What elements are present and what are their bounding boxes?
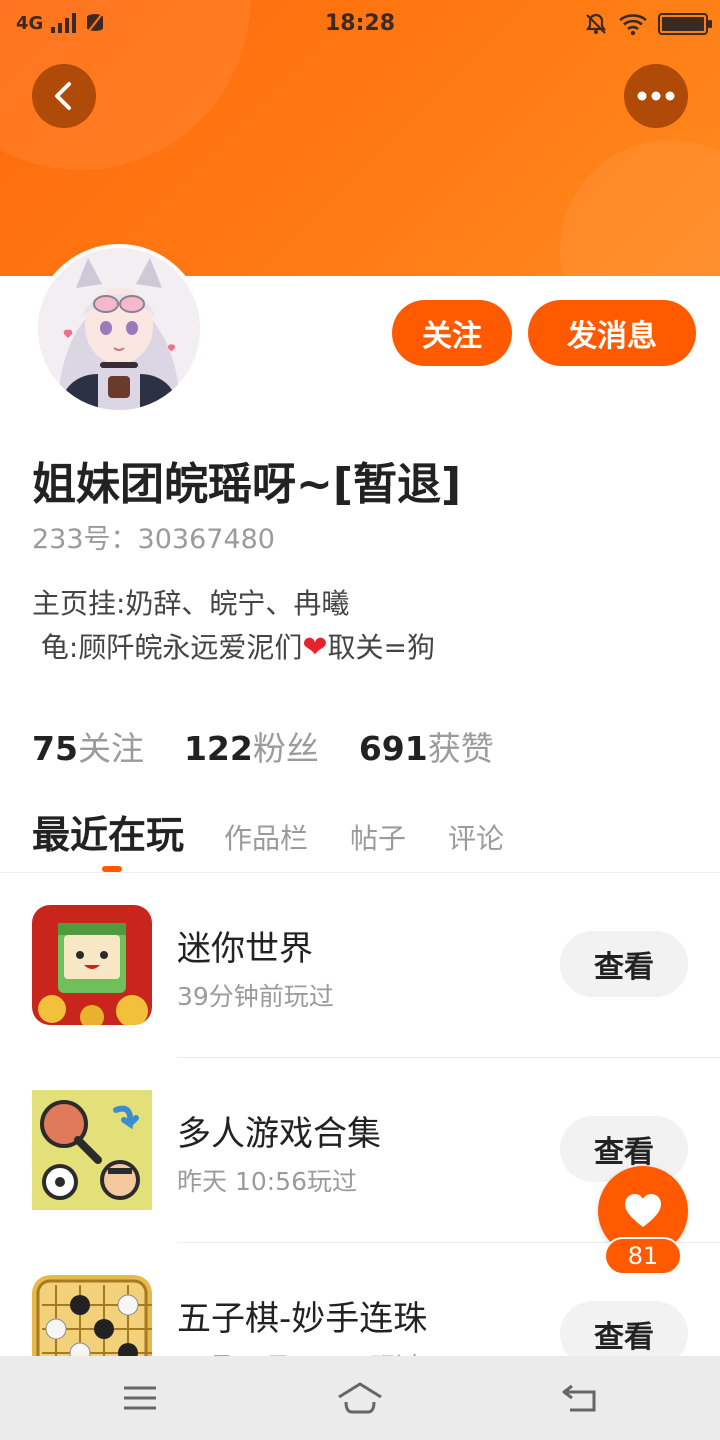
uid-label: 233号： xyxy=(32,524,138,555)
battery-icon xyxy=(658,13,712,35)
game-name: 五子棋-妙手连珠 xyxy=(177,1299,428,1339)
game-name: 多人游戏合集 xyxy=(177,1114,381,1154)
home-icon xyxy=(338,1382,382,1414)
tab-recently-played[interactable]: 最近在玩 xyxy=(32,804,184,859)
wifi-icon xyxy=(619,14,647,36)
bio-line-2: 龟:顾阡皖永远爱泥们❤取关=狗 xyxy=(32,630,435,665)
mute-bell-icon xyxy=(585,13,607,34)
game-name: 迷你世界 xyxy=(177,929,313,969)
back-nav-button[interactable] xyxy=(550,1374,610,1422)
follow-button[interactable]: 关注 xyxy=(392,300,512,366)
send-message-button[interactable]: 发消息 xyxy=(528,300,696,366)
chevron-left-icon xyxy=(55,82,71,110)
like-count-badge: 81 xyxy=(604,1237,682,1275)
stat-fans[interactable]: 122粉丝 xyxy=(184,722,319,770)
red-heart-icon: ❤ xyxy=(302,630,328,665)
profile-stats: 75关注 122粉丝 691获赞 xyxy=(32,722,494,770)
home-button[interactable] xyxy=(330,1374,390,1422)
avatar-anime-girl-image xyxy=(38,248,200,410)
more-options-button[interactable] xyxy=(624,64,688,128)
mini-world-icon xyxy=(32,905,152,1025)
profile-uid: 233号：30367480 xyxy=(32,517,275,556)
status-bar: 4G 18:28 xyxy=(0,0,720,50)
more-dots-icon xyxy=(637,91,675,101)
heart-icon xyxy=(625,1194,661,1227)
game-last-played: 39分钟前玩过 xyxy=(177,982,334,1011)
game-last-played: 昨天 10:56玩过 xyxy=(177,1167,357,1196)
view-button[interactable]: 查看 xyxy=(560,931,688,997)
menu-button[interactable] xyxy=(110,1374,170,1422)
profile-bio: 主页挂:奶辞、皖宁、冉曦 龟:顾阡皖永远爱泥们❤取关=狗 xyxy=(32,582,435,670)
tab-comments[interactable]: 评论 xyxy=(448,817,504,857)
stat-likes[interactable]: 691获赞 xyxy=(359,722,494,770)
tab-posts[interactable]: 帖子 xyxy=(350,817,406,857)
profile-nickname: 姐妹团皖瑶呀~[暂退] xyxy=(32,459,462,510)
avatar[interactable] xyxy=(34,244,204,414)
list-item[interactable]: 迷你世界 39分钟前玩过 查看 xyxy=(0,873,720,1058)
menu-icon xyxy=(124,1386,156,1410)
uid-value: 30367480 xyxy=(137,524,275,555)
profile-tabs: 最近在玩 作品栏 帖子 评论 xyxy=(32,804,546,859)
back-button[interactable] xyxy=(32,64,96,128)
multiplayer-collection-icon xyxy=(32,1090,152,1210)
stat-following[interactable]: 75关注 xyxy=(32,722,144,770)
tab-works[interactable]: 作品栏 xyxy=(224,817,308,857)
return-icon xyxy=(562,1384,596,1412)
bio-line-1: 主页挂:奶辞、皖宁、冉曦 xyxy=(32,587,350,620)
system-nav-bar xyxy=(0,1356,720,1440)
